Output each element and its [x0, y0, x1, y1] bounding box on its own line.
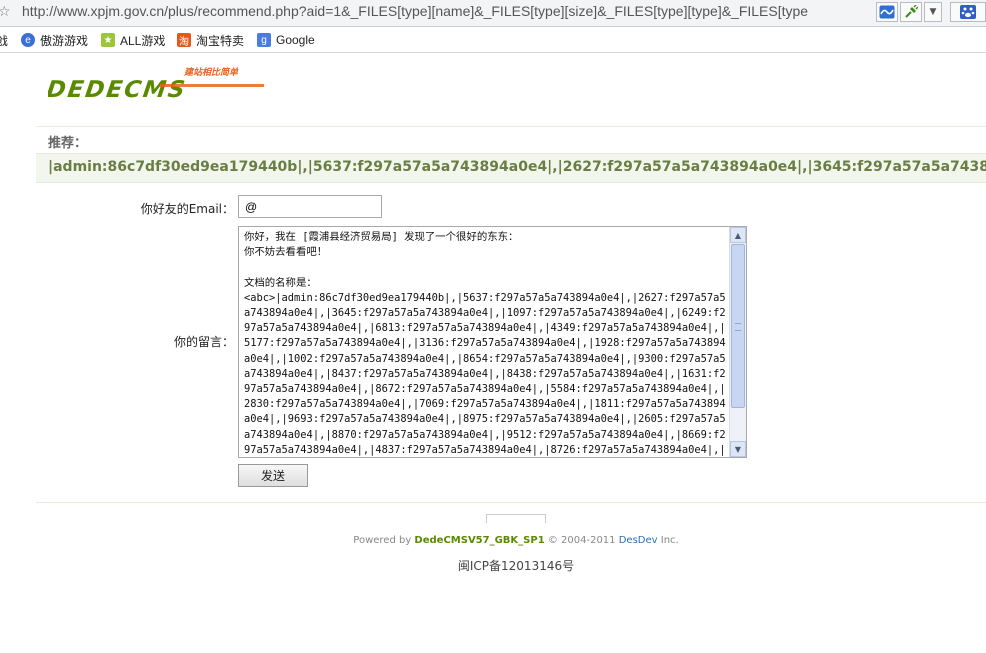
scroll-up-icon[interactable]: ▲: [730, 227, 746, 243]
email-label: 你好友的Email：: [140, 202, 234, 216]
bookmarks-bar: 戗 e 傲游游戏 ★ ALL游戏 淘 淘宝特卖 g Google: [0, 27, 986, 53]
powered-by: Powered by DedeCMSV57_GBK_SP1 © 2004-201…: [0, 535, 986, 546]
logo-wordmark: DEDECMS: [48, 77, 188, 103]
compatibility-view-button[interactable]: [876, 2, 898, 22]
logo-tagline: 建站相比简单: [183, 67, 239, 78]
scrollbar[interactable]: ▲ ▼: [729, 227, 746, 457]
bookmark-item[interactable]: 戗: [0, 32, 8, 48]
friend-email-input[interactable]: [238, 195, 382, 218]
divider: [36, 126, 986, 127]
taobao-icon: 淘: [177, 33, 191, 48]
icp-number[interactable]: 闽ICP备12013146号: [0, 557, 986, 574]
powered-prefix: Powered by: [353, 535, 415, 546]
footer-box: [486, 514, 546, 523]
search-engine-button[interactable]: [950, 2, 986, 22]
company-link[interactable]: DesDev: [619, 535, 658, 546]
message-textarea[interactable]: 你好，我在 [霞浦县经济贸易局] 发现了一个很好的东东： 你不妨去看看吧！ 文档…: [238, 226, 747, 458]
addon-button[interactable]: [900, 2, 922, 22]
address-bar: ☆ http://www.xpjm.gov.cn/plus/recommend.…: [0, 0, 986, 27]
bookmark-label: 傲游游戏: [40, 33, 89, 48]
google-icon: g: [257, 33, 271, 47]
bookmark-item[interactable]: g Google: [257, 32, 315, 48]
bookmark-label: ALL游戏: [120, 33, 166, 48]
product-link[interactable]: DedeCMSV57_GBK_SP1: [414, 535, 544, 546]
message-label: 你的留言：: [173, 335, 234, 349]
bookmark-item[interactable]: 淘 淘宝特卖: [177, 32, 244, 48]
bookmark-label: 淘宝特卖: [196, 33, 245, 48]
compatibility-icon: [879, 5, 895, 19]
maxthon-icon: e: [21, 33, 35, 47]
scroll-thumb[interactable]: [731, 244, 745, 408]
chevron-down-icon[interactable]: ▼: [924, 2, 942, 22]
footer-divider: [36, 502, 986, 503]
recommend-bar: |admin:86c7df30ed9ea179440b|,|5637:f297a…: [36, 153, 986, 183]
dedecms-logo[interactable]: 建站相比简单 DEDECMS: [48, 66, 268, 106]
plug-icon: [905, 5, 918, 18]
url-field[interactable]: http://www.xpjm.gov.cn/plus/recommend.ph…: [22, 3, 872, 21]
scroll-down-icon[interactable]: ▼: [730, 441, 746, 457]
powered-suffix: Inc.: [657, 535, 679, 546]
game-icon: ★: [101, 33, 115, 47]
bookmark-item[interactable]: e 傲游游戏: [21, 32, 88, 48]
copyright-text: © 2004-2011: [544, 535, 619, 546]
star-icon[interactable]: ☆: [0, 4, 11, 20]
bookmark-label: 戗: [0, 33, 9, 48]
bookmark-item[interactable]: ★ ALL游戏: [101, 32, 165, 48]
bookmark-label: Google: [276, 33, 315, 47]
message-text[interactable]: 你好，我在 [霞浦县经济贸易局] 发现了一个很好的东东： 你不妨去看看吧！ 文档…: [244, 230, 728, 456]
send-button[interactable]: 发送: [238, 464, 308, 487]
recommend-title: |admin:86c7df30ed9ea179440b|,|5637:f297a…: [48, 159, 986, 175]
paw-icon: [960, 5, 976, 19]
recommend-label: 推荐：: [48, 136, 88, 151]
